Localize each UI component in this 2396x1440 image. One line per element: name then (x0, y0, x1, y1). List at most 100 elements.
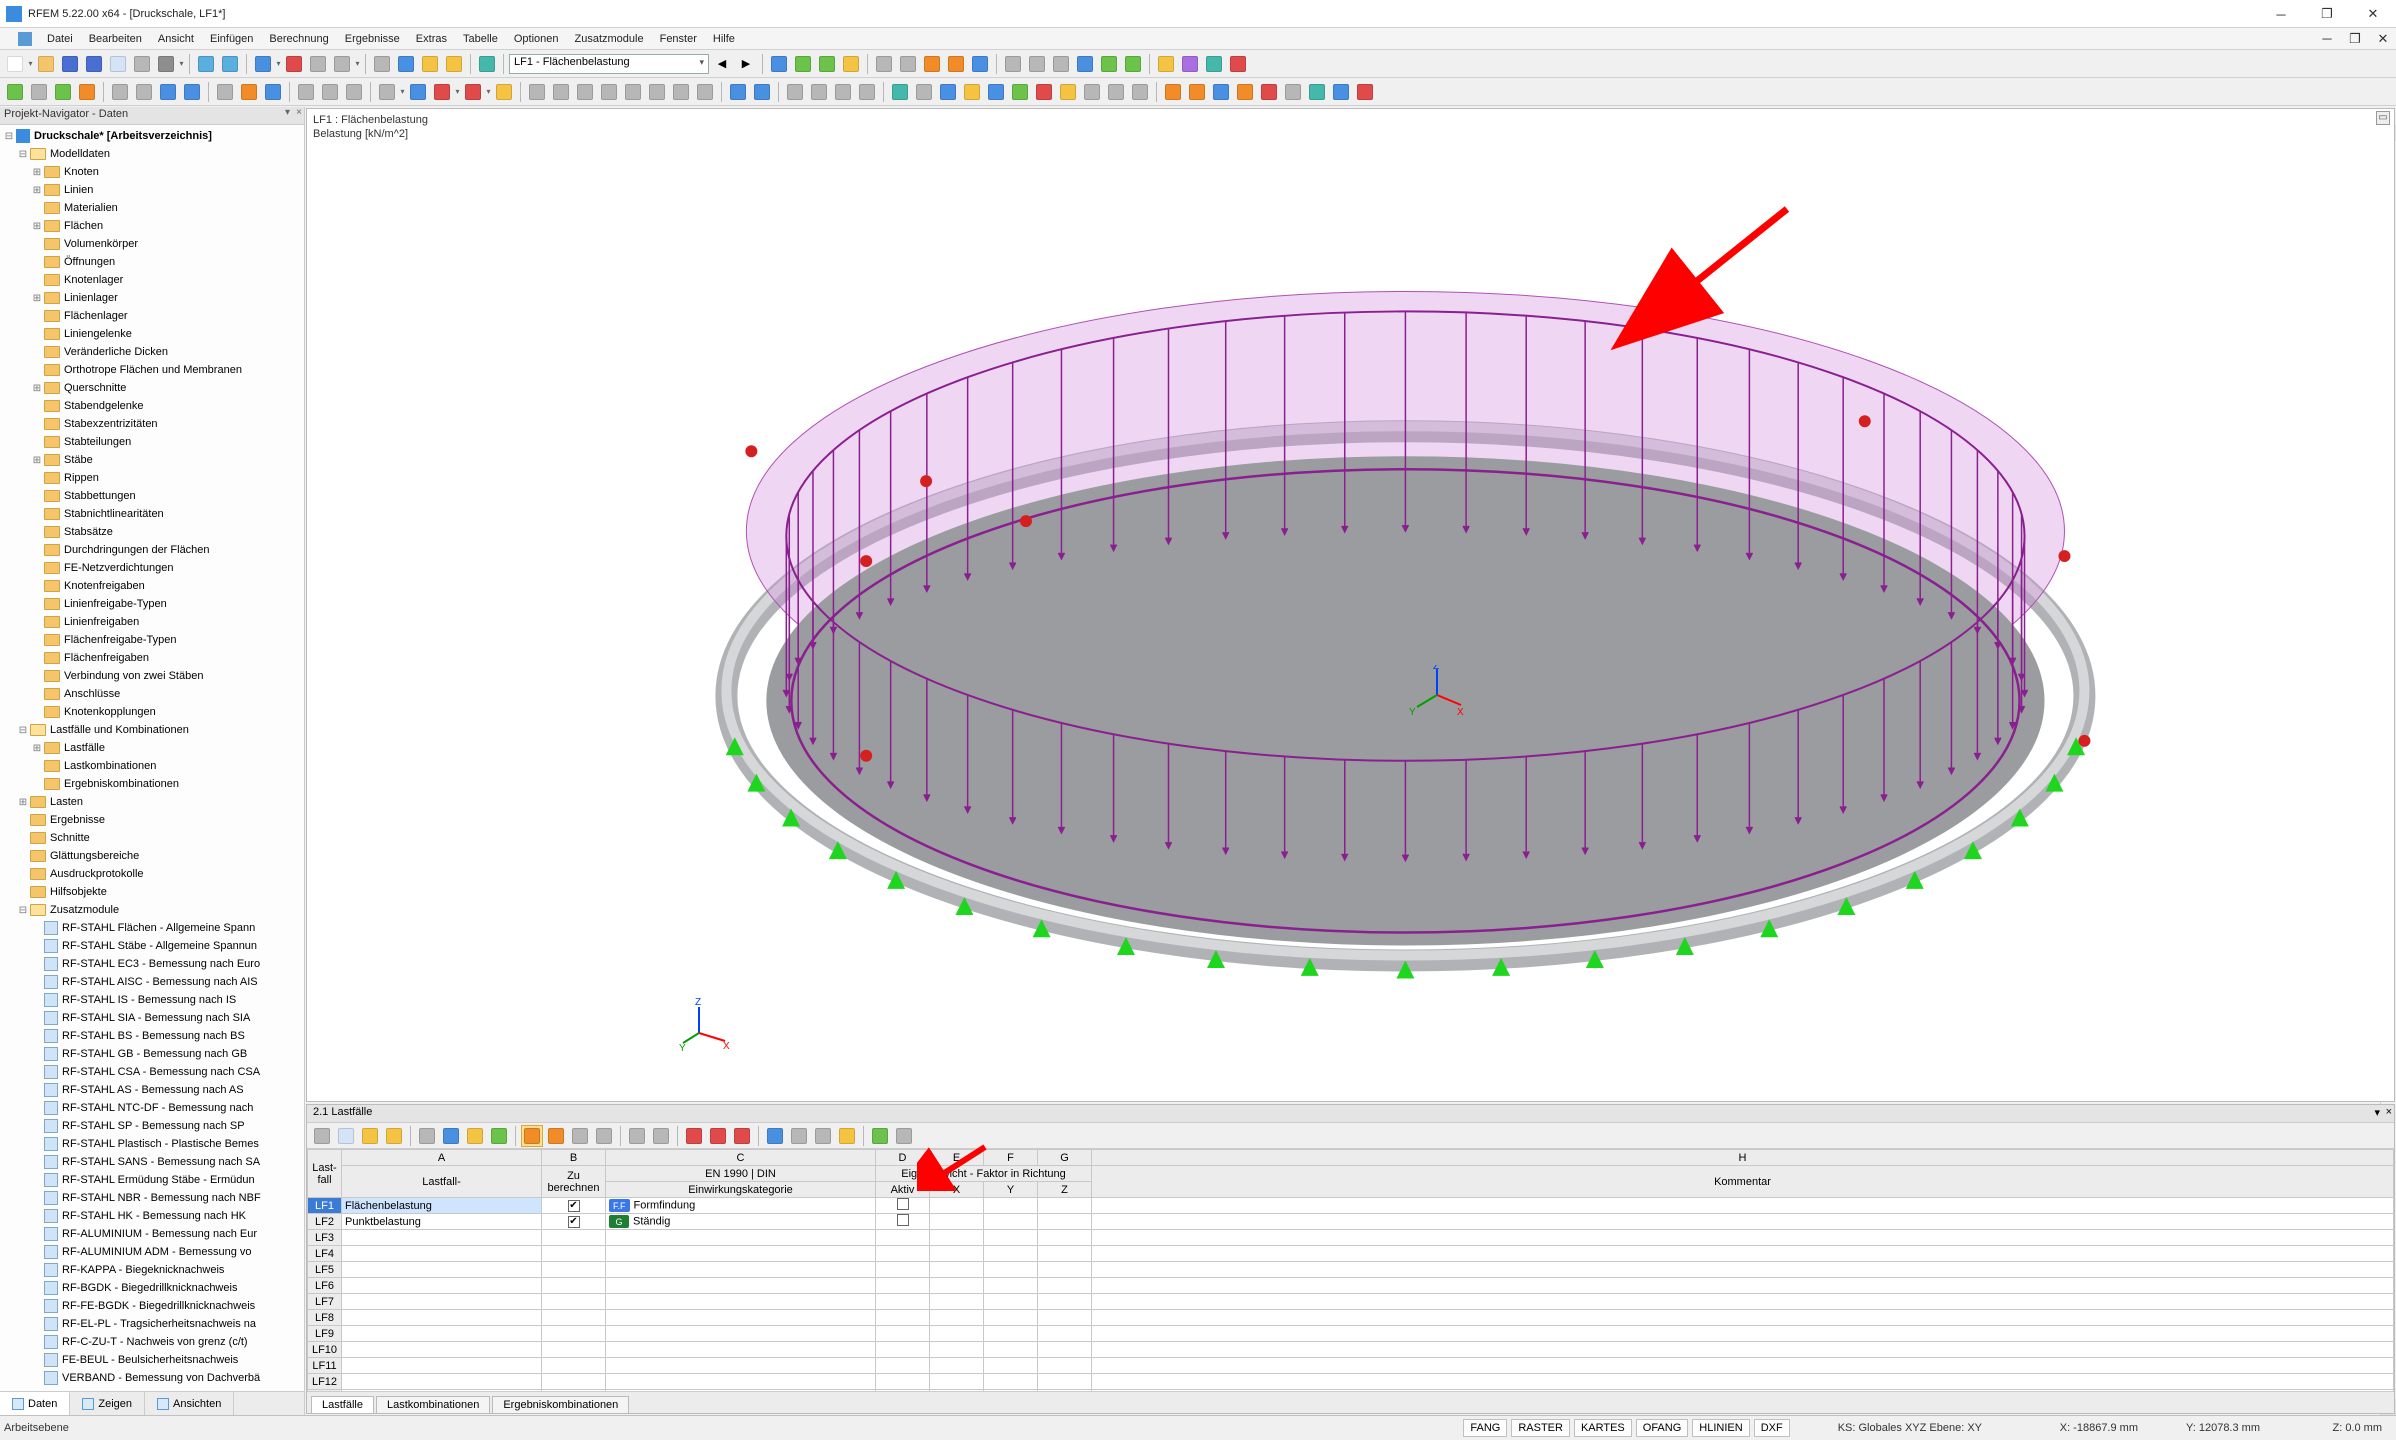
tb2-53[interactable] (1354, 81, 1376, 103)
tree-item[interactable]: Öffnungen (2, 253, 304, 271)
tree-item[interactable]: Veränderliche Dicken (2, 343, 304, 361)
th-b[interactable]: B (542, 1150, 606, 1166)
tree-item[interactable]: Flächenfreigaben (2, 649, 304, 667)
ttb-23[interactable] (893, 1125, 915, 1147)
ttb-11[interactable] (569, 1125, 591, 1147)
tree-item[interactable]: FE-Netzverdichtungen (2, 559, 304, 577)
tree-item[interactable]: RF-STAHL Plastisch - Plastische Bemes (2, 1135, 304, 1153)
tree-item[interactable]: RF-STAHL NTC-DF - Bemessung nach (2, 1099, 304, 1117)
menu-tabelle[interactable]: Tabelle (456, 31, 505, 47)
tb2-9[interactable] (214, 81, 236, 103)
btab-ergebniskombinationen[interactable]: Ergebniskombinationen (492, 1396, 629, 1413)
tb1-n[interactable] (873, 53, 895, 75)
table-row[interactable]: LF8 (308, 1310, 2394, 1326)
tb2-11[interactable] (262, 81, 284, 103)
tb2-25[interactable] (646, 81, 668, 103)
ttb-19[interactable] (788, 1125, 810, 1147)
tree-item[interactable]: Stabbettungen (2, 487, 304, 505)
next-loadcase-button[interactable]: ▶ (735, 53, 757, 75)
tree-item[interactable]: ⊟Modelldaten (2, 145, 304, 163)
loadcase-table[interactable]: Last-fall A B C D E F G H Lastfall- (307, 1149, 2394, 1391)
tree-item[interactable]: RF-STAHL EC3 - Bemessung nach Euro (2, 955, 304, 973)
table-row[interactable]: LF13 (308, 1390, 2394, 1392)
tree-item[interactable]: Ausdruckprotokolle (2, 865, 304, 883)
ttb-16[interactable] (707, 1125, 729, 1147)
tb2-4[interactable] (76, 81, 98, 103)
nav-tab-daten[interactable]: Daten (0, 1392, 70, 1415)
new-button[interactable] (4, 53, 26, 75)
ttb-6[interactable] (440, 1125, 462, 1147)
ttb-7[interactable] (464, 1125, 486, 1147)
table-row[interactable]: LF9 (308, 1326, 2394, 1342)
th-h[interactable]: H (1092, 1150, 2394, 1166)
tree-item[interactable]: FE-BEUL - Beulsicherheitsnachweis (2, 1351, 304, 1369)
mdi-minimize-button[interactable]: ─ (2314, 29, 2340, 49)
tree-item[interactable]: Knotenlager (2, 271, 304, 289)
tree-item[interactable]: RF-STAHL NBR - Bemessung nach NBF (2, 1189, 304, 1207)
toggle-fang[interactable]: FANG (1463, 1419, 1507, 1437)
tree-item[interactable]: ⊞Lasten (2, 793, 304, 811)
tree-item[interactable]: Stabexzentrizitäten (2, 415, 304, 433)
tree-item[interactable]: ⊞Linien (2, 181, 304, 199)
tb1-p[interactable] (921, 53, 943, 75)
tree-item[interactable]: Flächenfreigabe-Typen (2, 631, 304, 649)
mdi-restore-button[interactable]: ❐ (2342, 29, 2368, 49)
tree-item[interactable]: Stabnichtlinearitäten (2, 505, 304, 523)
tree-item[interactable]: Ergebnisse (2, 811, 304, 829)
new-dropdown[interactable]: ▾ (28, 54, 33, 74)
tb2-42[interactable] (1081, 81, 1103, 103)
prev-loadcase-button[interactable]: ◀ (711, 53, 733, 75)
tb2-5[interactable] (109, 81, 131, 103)
redo-button[interactable] (219, 53, 241, 75)
minimize-button[interactable]: ─ (2258, 0, 2304, 28)
th-a[interactable]: A (342, 1150, 542, 1166)
tb1-v[interactable] (1074, 53, 1096, 75)
tb2-6[interactable] (133, 81, 155, 103)
menu-datei[interactable]: Datei (40, 31, 80, 47)
tb2-23[interactable] (598, 81, 620, 103)
ttb-13[interactable] (626, 1125, 648, 1147)
ttb-12[interactable] (593, 1125, 615, 1147)
tb1-r[interactable] (969, 53, 991, 75)
tb2-24[interactable] (622, 81, 644, 103)
tb2-27[interactable] (694, 81, 716, 103)
th-eigengewicht[interactable]: Eigengewicht - Faktor in Richtung (876, 1166, 1092, 1182)
tb2-19[interactable] (493, 81, 515, 103)
tb1-t[interactable] (1026, 53, 1048, 75)
tree-item[interactable]: RF-STAHL AS - Bemessung nach AS (2, 1081, 304, 1099)
tables-options-icon[interactable]: ▾ (2374, 1106, 2380, 1119)
close-button[interactable]: ✕ (2350, 0, 2396, 28)
tree-item[interactable]: VERBAND - Bemessung von Dachverbä (2, 1369, 304, 1387)
ttb-4[interactable] (383, 1125, 405, 1147)
tree-item[interactable]: ⊞Flächen (2, 217, 304, 235)
ttb-5[interactable] (416, 1125, 438, 1147)
tb2-36[interactable] (937, 81, 959, 103)
calc-button[interactable] (395, 53, 417, 75)
tree-item[interactable]: RF-STAHL AISC - Bemessung nach AIS (2, 973, 304, 991)
tree-item[interactable]: RF-KAPPA - Biegeknicknachweis (2, 1261, 304, 1279)
tb2-35[interactable] (913, 81, 935, 103)
button-h[interactable] (443, 53, 465, 75)
th-g[interactable]: G (1038, 1150, 1092, 1166)
th-en1990[interactable]: EN 1990 | DIN (606, 1166, 876, 1182)
tree-item[interactable]: Liniengelenke (2, 325, 304, 343)
th-f[interactable]: F (984, 1150, 1038, 1166)
ttb-14[interactable] (650, 1125, 672, 1147)
tb2-20[interactable] (526, 81, 548, 103)
sheet[interactable]: Last-fall A B C D E F G H Lastfall- (307, 1149, 2394, 1391)
tree-item[interactable]: ⊞Knoten (2, 163, 304, 181)
mdi-close-button[interactable]: ✕ (2370, 29, 2396, 49)
th-zuberechnen[interactable]: Zu berechnen (542, 1166, 606, 1198)
print-dropdown[interactable]: ▾ (179, 54, 184, 74)
table-row[interactable]: LF11 (308, 1358, 2394, 1374)
button-d[interactable] (331, 53, 353, 75)
tree-item[interactable]: Stabendgelenke (2, 397, 304, 415)
tb1-o[interactable] (897, 53, 919, 75)
tb2-49[interactable] (1258, 81, 1280, 103)
tb2-22[interactable] (574, 81, 596, 103)
tree-item[interactable]: RF-STAHL SP - Bemessung nach SP (2, 1117, 304, 1135)
tb1-u[interactable] (1050, 53, 1072, 75)
tb1-s[interactable] (1002, 53, 1024, 75)
tree-item[interactable]: Schnitte (2, 829, 304, 847)
viewport-maximize-icon[interactable]: ▭ (2376, 111, 2390, 125)
